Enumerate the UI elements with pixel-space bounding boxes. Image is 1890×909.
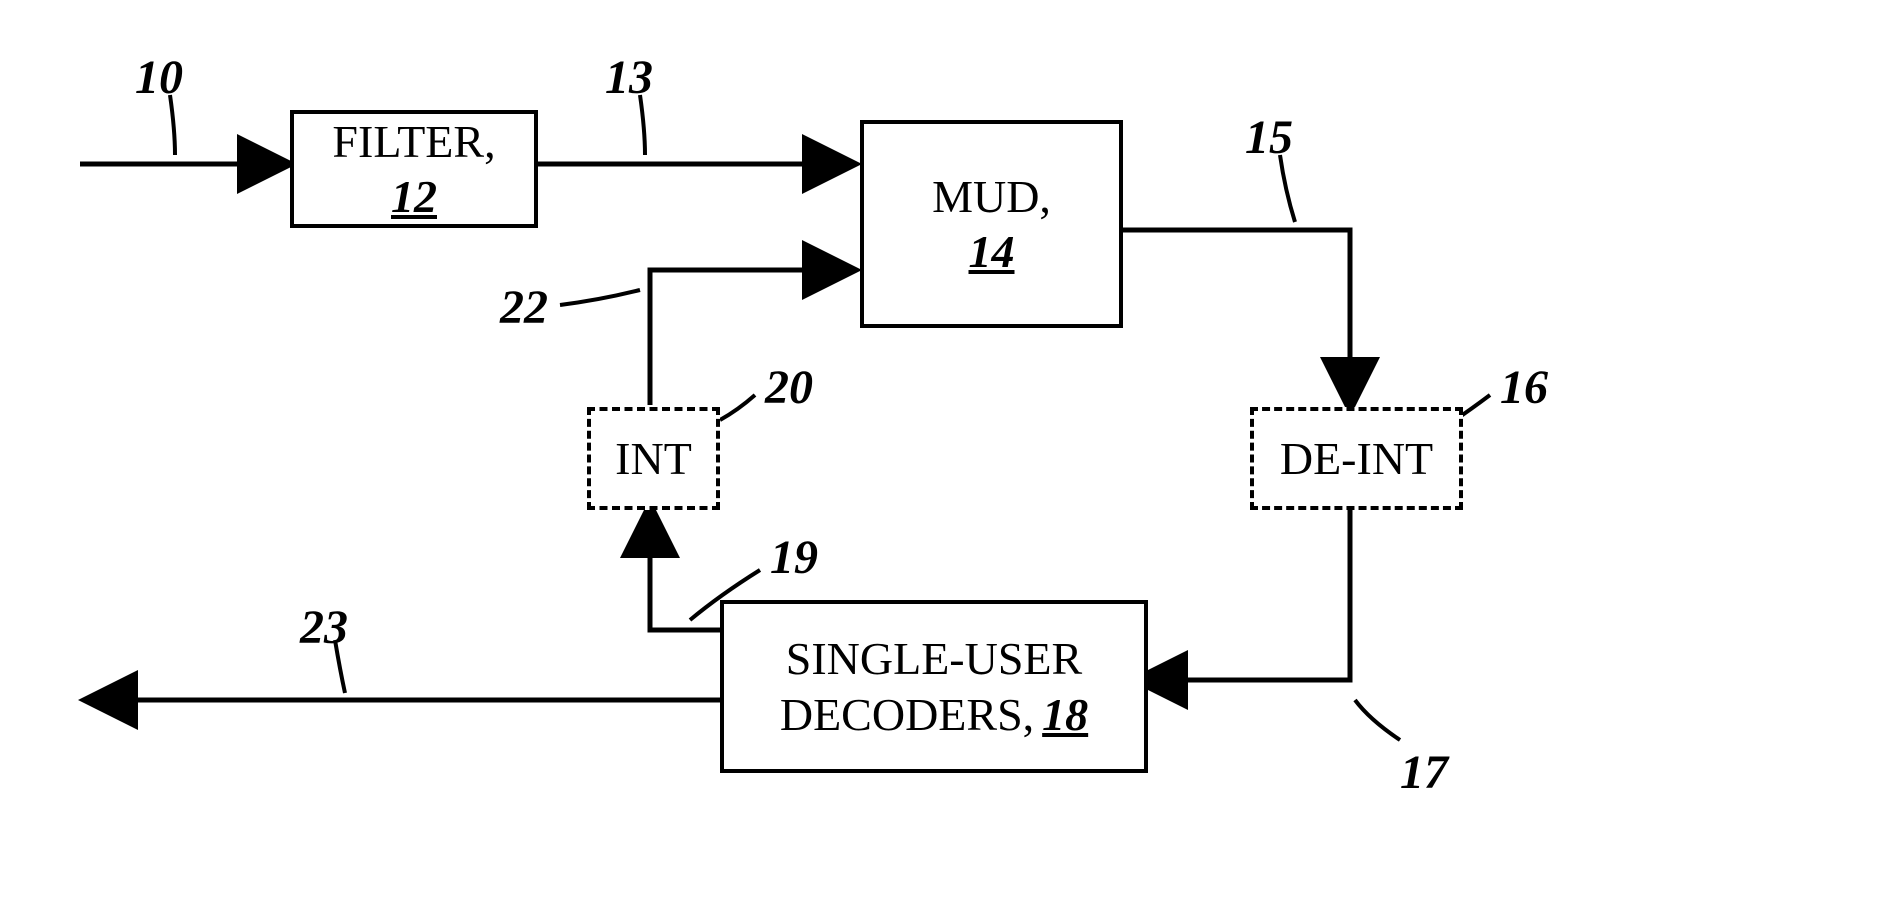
int-label: INT [615,431,692,486]
leader-17 [1355,700,1400,740]
block-decoders: SINGLE-USER DECODERS, 18 [720,600,1148,773]
filter-label: FILTER, [332,114,495,169]
mud-label: MUD, [932,169,1051,224]
ref-22: 22 [500,280,548,335]
ref-19: 19 [770,530,818,585]
ref-13: 13 [605,50,653,105]
diagram-stage: FILTER, 12 MUD, 14 INT DE-INT SINGLE-USE… [0,0,1890,909]
arrow-deint-to-decoders [1140,500,1350,680]
block-int: INT [587,407,720,510]
block-filter: FILTER, 12 [290,110,538,228]
leader-15 [1280,155,1295,222]
ref-15: 15 [1245,110,1293,165]
deint-label: DE-INT [1280,431,1433,486]
ref-17: 17 [1400,745,1448,800]
filter-number: 12 [391,169,437,224]
decoders-line2: DECODERS, 18 [780,687,1088,742]
block-mud: MUD, 14 [860,120,1123,328]
arrow-int-to-mud [650,270,850,405]
decoders-number: 18 [1042,687,1088,742]
ref-16: 16 [1500,360,1548,415]
arrow-mud-to-deint [1115,230,1350,405]
decoders-label1: SINGLE-USER [786,631,1082,686]
ref-23: 23 [300,600,348,655]
block-deint: DE-INT [1250,407,1463,510]
ref-10: 10 [135,50,183,105]
ref-20: 20 [765,360,813,415]
leader-22 [560,290,640,305]
mud-number: 14 [969,224,1015,279]
leader-20 [720,395,755,420]
decoders-label2: DECODERS, [780,687,1034,742]
arrow-decoders-to-int [650,510,720,630]
